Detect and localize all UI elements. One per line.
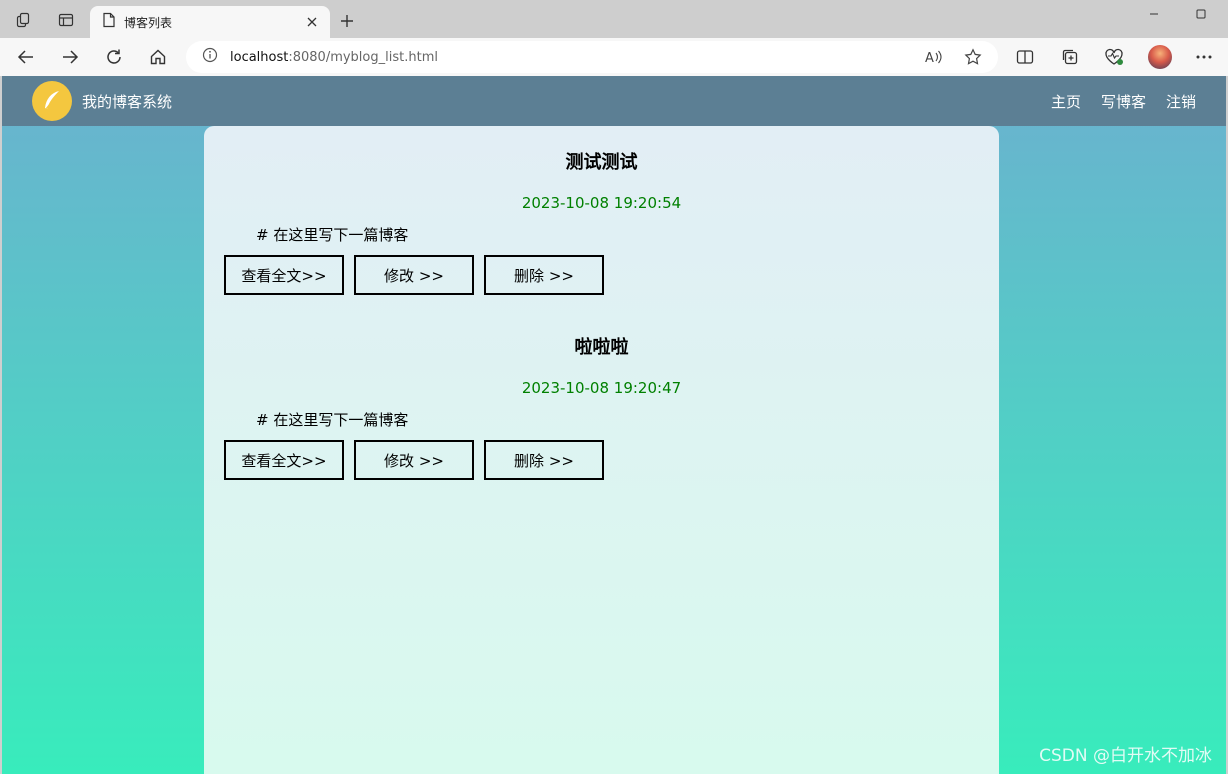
- split-screen-icon[interactable]: [1011, 44, 1039, 70]
- tab-title: 博客列表: [124, 15, 173, 30]
- blog-item: 测试测试 2023-10-08 19:20:54 # 在这里写下一篇博客 查看全…: [204, 126, 999, 295]
- blog-title: 啦啦啦: [574, 337, 629, 358]
- edit-button[interactable]: 修改 >>: [354, 440, 474, 480]
- nav-home-link[interactable]: 主页: [1051, 91, 1081, 112]
- blog-desc: # 在这里写下一篇博客: [256, 411, 409, 429]
- minimize-icon[interactable]: [1142, 2, 1166, 26]
- page-icon: [102, 12, 116, 32]
- blog-date: 2023-10-08 19:20:54: [521, 194, 682, 212]
- back-icon[interactable]: [12, 44, 40, 70]
- browser-essentials-icon[interactable]: [1100, 44, 1128, 70]
- blog-title: 测试测试: [565, 152, 638, 173]
- site-title: 我的博客系统: [82, 93, 173, 111]
- delete-button[interactable]: 删除 >>: [484, 440, 604, 480]
- delete-button[interactable]: 删除 >>: [484, 255, 604, 295]
- blog-date: 2023-10-08 19:20:47: [521, 379, 682, 397]
- blog-actions: 查看全文>> 修改 >> 删除 >>: [224, 255, 979, 295]
- page-viewport: 我的博客系统 主页 写博客 注销 测试测试 2023-10-08 19:20:5…: [2, 76, 1226, 774]
- favorite-star-icon[interactable]: [960, 44, 986, 70]
- forward-icon[interactable]: [56, 44, 84, 70]
- browser-toolbar: localhost:8080/myblog_list.html A: [0, 38, 1228, 76]
- info-icon[interactable]: [202, 47, 218, 67]
- more-options-icon[interactable]: [1190, 44, 1218, 70]
- new-tab-icon[interactable]: [335, 9, 359, 33]
- nav-write-blog-link[interactable]: 写博客: [1101, 91, 1146, 112]
- feather-icon: [32, 81, 72, 121]
- blog-actions: 查看全文>> 修改 >> 删除 >>: [224, 440, 979, 480]
- watermark: CSDN @白开水不加冰: [1039, 746, 1212, 766]
- svg-text:A: A: [925, 51, 934, 65]
- tab-blog-list[interactable]: 博客列表: [90, 6, 330, 38]
- site-nav: 我的博客系统 主页 写博客 注销: [2, 76, 1226, 126]
- home-icon[interactable]: [144, 44, 172, 70]
- view-full-button[interactable]: 查看全文>>: [224, 440, 344, 480]
- edit-button[interactable]: 修改 >>: [354, 255, 474, 295]
- refresh-icon[interactable]: [100, 44, 128, 70]
- blog-item: 啦啦啦 2023-10-08 19:20:47 # 在这里写下一篇博客 查看全文…: [204, 295, 999, 480]
- blog-desc: # 在这里写下一篇博客: [256, 226, 409, 244]
- nav-links: 主页 写博客 注销: [1051, 91, 1196, 112]
- browser-tab-strip: 博客列表: [0, 0, 1228, 38]
- blog-list-container: 测试测试 2023-10-08 19:20:54 # 在这里写下一篇博客 查看全…: [204, 126, 999, 774]
- nav-logout-link[interactable]: 注销: [1166, 91, 1196, 112]
- read-aloud-icon[interactable]: A: [920, 44, 946, 70]
- collections-icon[interactable]: [1056, 44, 1084, 70]
- tab-actions-icon[interactable]: [54, 8, 78, 32]
- view-full-button[interactable]: 查看全文>>: [224, 255, 344, 295]
- profile-avatar[interactable]: [1148, 45, 1172, 69]
- url-text: localhost:8080/myblog_list.html: [230, 49, 438, 65]
- workspaces-icon[interactable]: [12, 8, 36, 32]
- close-tab-icon[interactable]: [300, 10, 324, 34]
- maximize-icon[interactable]: [1189, 2, 1213, 26]
- address-bar[interactable]: localhost:8080/myblog_list.html A: [186, 41, 998, 73]
